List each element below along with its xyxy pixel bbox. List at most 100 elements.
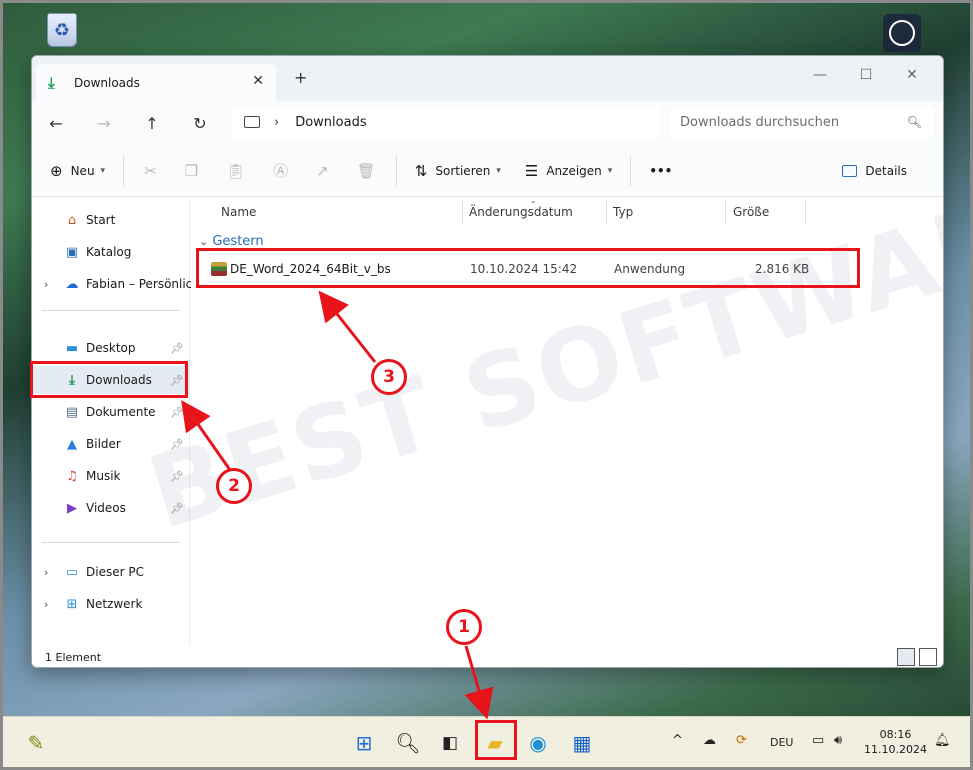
start-button-icon[interactable]: ⊞ — [348, 727, 380, 759]
notification-bell-icon[interactable]: 🔔︎ — [934, 733, 951, 748]
store-icon[interactable]: ▦ — [566, 727, 598, 759]
music-icon: ♫ — [66, 468, 78, 484]
sidebar-item-dieser-pc[interactable]: › ▭ Dieser PC — [32, 558, 190, 586]
chevron-right-icon[interactable]: › — [44, 566, 48, 579]
sidebar-item-dokumente[interactable]: ▤ Dokumente 📌︎ — [32, 398, 190, 426]
more-options-button[interactable]: ••• — [637, 145, 684, 196]
close-tab-icon[interactable]: ✕ — [252, 73, 264, 89]
tab-downloads[interactable]: ⤓ Downloads ✕ — [36, 64, 276, 101]
sidebar-item-netzwerk[interactable]: › ⊞ Netzwerk — [32, 590, 190, 618]
share-button[interactable]: ↗ — [302, 145, 343, 196]
edge-browser-icon[interactable]: ◉ — [522, 727, 554, 759]
sidebar-item-onedrive[interactable]: › ☁ Fabian – Persönlich — [32, 270, 200, 298]
sidebar-item-label: Bilder — [86, 437, 121, 451]
desktop-app-icon[interactable] — [883, 14, 921, 52]
highlight-file-row — [196, 248, 860, 288]
chevron-right-icon[interactable]: › — [44, 278, 48, 291]
details-view-button[interactable] — [897, 648, 915, 666]
delete-button[interactable]: 🗑︎ — [343, 145, 390, 196]
pc-icon — [244, 116, 260, 128]
view-button[interactable]: ☰ Anzeigen ▾ — [513, 145, 624, 196]
tab-label: Downloads — [74, 75, 140, 90]
sidebar-item-label: Fabian – Persönlich — [86, 277, 200, 291]
pin-icon: 📌︎ — [170, 437, 184, 451]
network-icon[interactable]: ▭ — [812, 733, 824, 748]
task-view-icon[interactable]: ◧ — [434, 727, 466, 759]
search-icon: 🔍︎ — [906, 115, 922, 129]
download-icon: ⤓ — [48, 73, 55, 92]
refresh-button[interactable]: ↻ — [176, 114, 224, 133]
search-input[interactable]: Downloads durchsuchen 🔍︎ — [670, 106, 934, 138]
command-bar: ⊕ Neu ▾ ✂ ❐ 📋︎ Ⓐ ↗ 🗑︎ ⇅ Sortieren ▾ ☰ An… — [32, 145, 943, 197]
tiles-view-button[interactable] — [919, 648, 937, 666]
pictures-icon: ▲ — [67, 436, 77, 452]
breadcrumb-downloads[interactable]: Downloads — [295, 115, 366, 130]
column-header-name[interactable]: Name — [191, 198, 462, 226]
onedrive-tray-icon[interactable]: ☁ — [703, 733, 716, 748]
chevron-down-icon: ▾ — [100, 165, 106, 176]
breadcrumb-chevron-icon[interactable]: › — [274, 115, 279, 130]
sidebar-item-label: Desktop — [86, 341, 136, 355]
sidebar-item-desktop[interactable]: ▬ Desktop 📌︎ — [32, 334, 190, 362]
sidebar-item-label: Dokumente — [86, 405, 156, 419]
volume-icon[interactable]: 🔊︎ — [834, 733, 842, 748]
annotation-number-3: 3 — [371, 359, 407, 395]
sort-button[interactable]: ⇅ Sortieren ▾ — [403, 145, 513, 196]
sort-label: Sortieren — [435, 163, 491, 178]
home-icon: ⌂ — [67, 212, 77, 228]
documents-icon: ▤ — [65, 404, 79, 420]
address-bar-row: ← → ↑ ↻ › Downloads Downloads durchsuche… — [32, 101, 943, 145]
up-button[interactable]: ↑ — [128, 114, 176, 133]
close-window-button[interactable]: ✕ — [889, 60, 935, 90]
sidebar-item-videos[interactable]: ▶ Videos 📌︎ — [32, 494, 190, 522]
sidebar-item-label: Start — [86, 213, 116, 227]
new-tab-button[interactable]: + — [294, 68, 307, 87]
sidebar-item-label: Dieser PC — [86, 565, 144, 579]
chevron-right-icon[interactable]: › — [44, 598, 48, 611]
group-header[interactable]: ⌄ Gestern — [199, 234, 264, 249]
widgets-icon[interactable]: ✎ — [20, 727, 52, 759]
chevron-down-icon: ▾ — [607, 165, 613, 176]
chevron-down-icon: ⌄ — [199, 235, 209, 248]
sidebar-item-musik[interactable]: ♫ Musik 📌︎ — [32, 462, 190, 490]
clock[interactable]: 08:16 11.10.2024 — [864, 727, 927, 757]
chevron-down-icon: ▾ — [496, 165, 501, 176]
annotation-number-2: 2 — [216, 468, 252, 504]
plus-circle-icon: ⊕ — [50, 161, 63, 180]
maximize-button[interactable]: ☐ — [843, 60, 889, 90]
search-icon[interactable]: 🔍︎ — [392, 727, 424, 759]
copy-button[interactable]: ❐ — [171, 145, 212, 196]
gallery-icon: ▣ — [65, 244, 79, 260]
network-icon: ⊞ — [66, 596, 78, 612]
pin-icon: 📌︎ — [170, 341, 184, 355]
sidebar-item-bilder[interactable]: ▲ Bilder 📌︎ — [32, 430, 190, 458]
view-label: Anzeigen — [546, 163, 602, 178]
column-header-date[interactable]: Änderungsdatum — [439, 198, 584, 226]
paste-button[interactable]: 📋︎ — [212, 145, 259, 196]
forward-button[interactable]: → — [80, 114, 128, 133]
details-pane-icon — [842, 164, 858, 177]
column-header-size[interactable]: Größe — [703, 198, 803, 226]
sidebar-item-label: Netzwerk — [86, 597, 143, 611]
address-field[interactable]: › Downloads — [232, 106, 660, 138]
sync-icon[interactable]: ⟳ — [736, 733, 747, 748]
sidebar-item-label: Katalog — [86, 245, 132, 259]
new-button[interactable]: ⊕ Neu ▾ — [32, 145, 117, 196]
recycle-bin-icon[interactable]: ♻ — [42, 10, 82, 50]
highlight-downloads — [30, 361, 188, 398]
pin-icon: 📌︎ — [170, 469, 184, 483]
status-bar: 1 Element — [32, 645, 943, 667]
cut-button[interactable]: ✂ — [130, 145, 171, 196]
sidebar-item-label: Videos — [86, 501, 126, 515]
sort-icon: ⇅ — [414, 161, 428, 180]
details-label: Details — [865, 163, 907, 178]
sidebar-item-start[interactable]: ⌂ Start — [32, 206, 190, 234]
desktop-icon: ▬ — [65, 340, 79, 356]
language-indicator[interactable]: DEU — [770, 736, 793, 749]
sidebar-item-katalog[interactable]: ▣ Katalog — [32, 238, 190, 266]
tray-chevron-icon[interactable]: ^ — [672, 733, 683, 748]
details-button[interactable]: Details — [830, 145, 919, 196]
rename-button[interactable]: Ⓐ — [259, 145, 302, 196]
back-button[interactable]: ← — [32, 114, 80, 133]
minimize-button[interactable]: — — [797, 60, 843, 90]
